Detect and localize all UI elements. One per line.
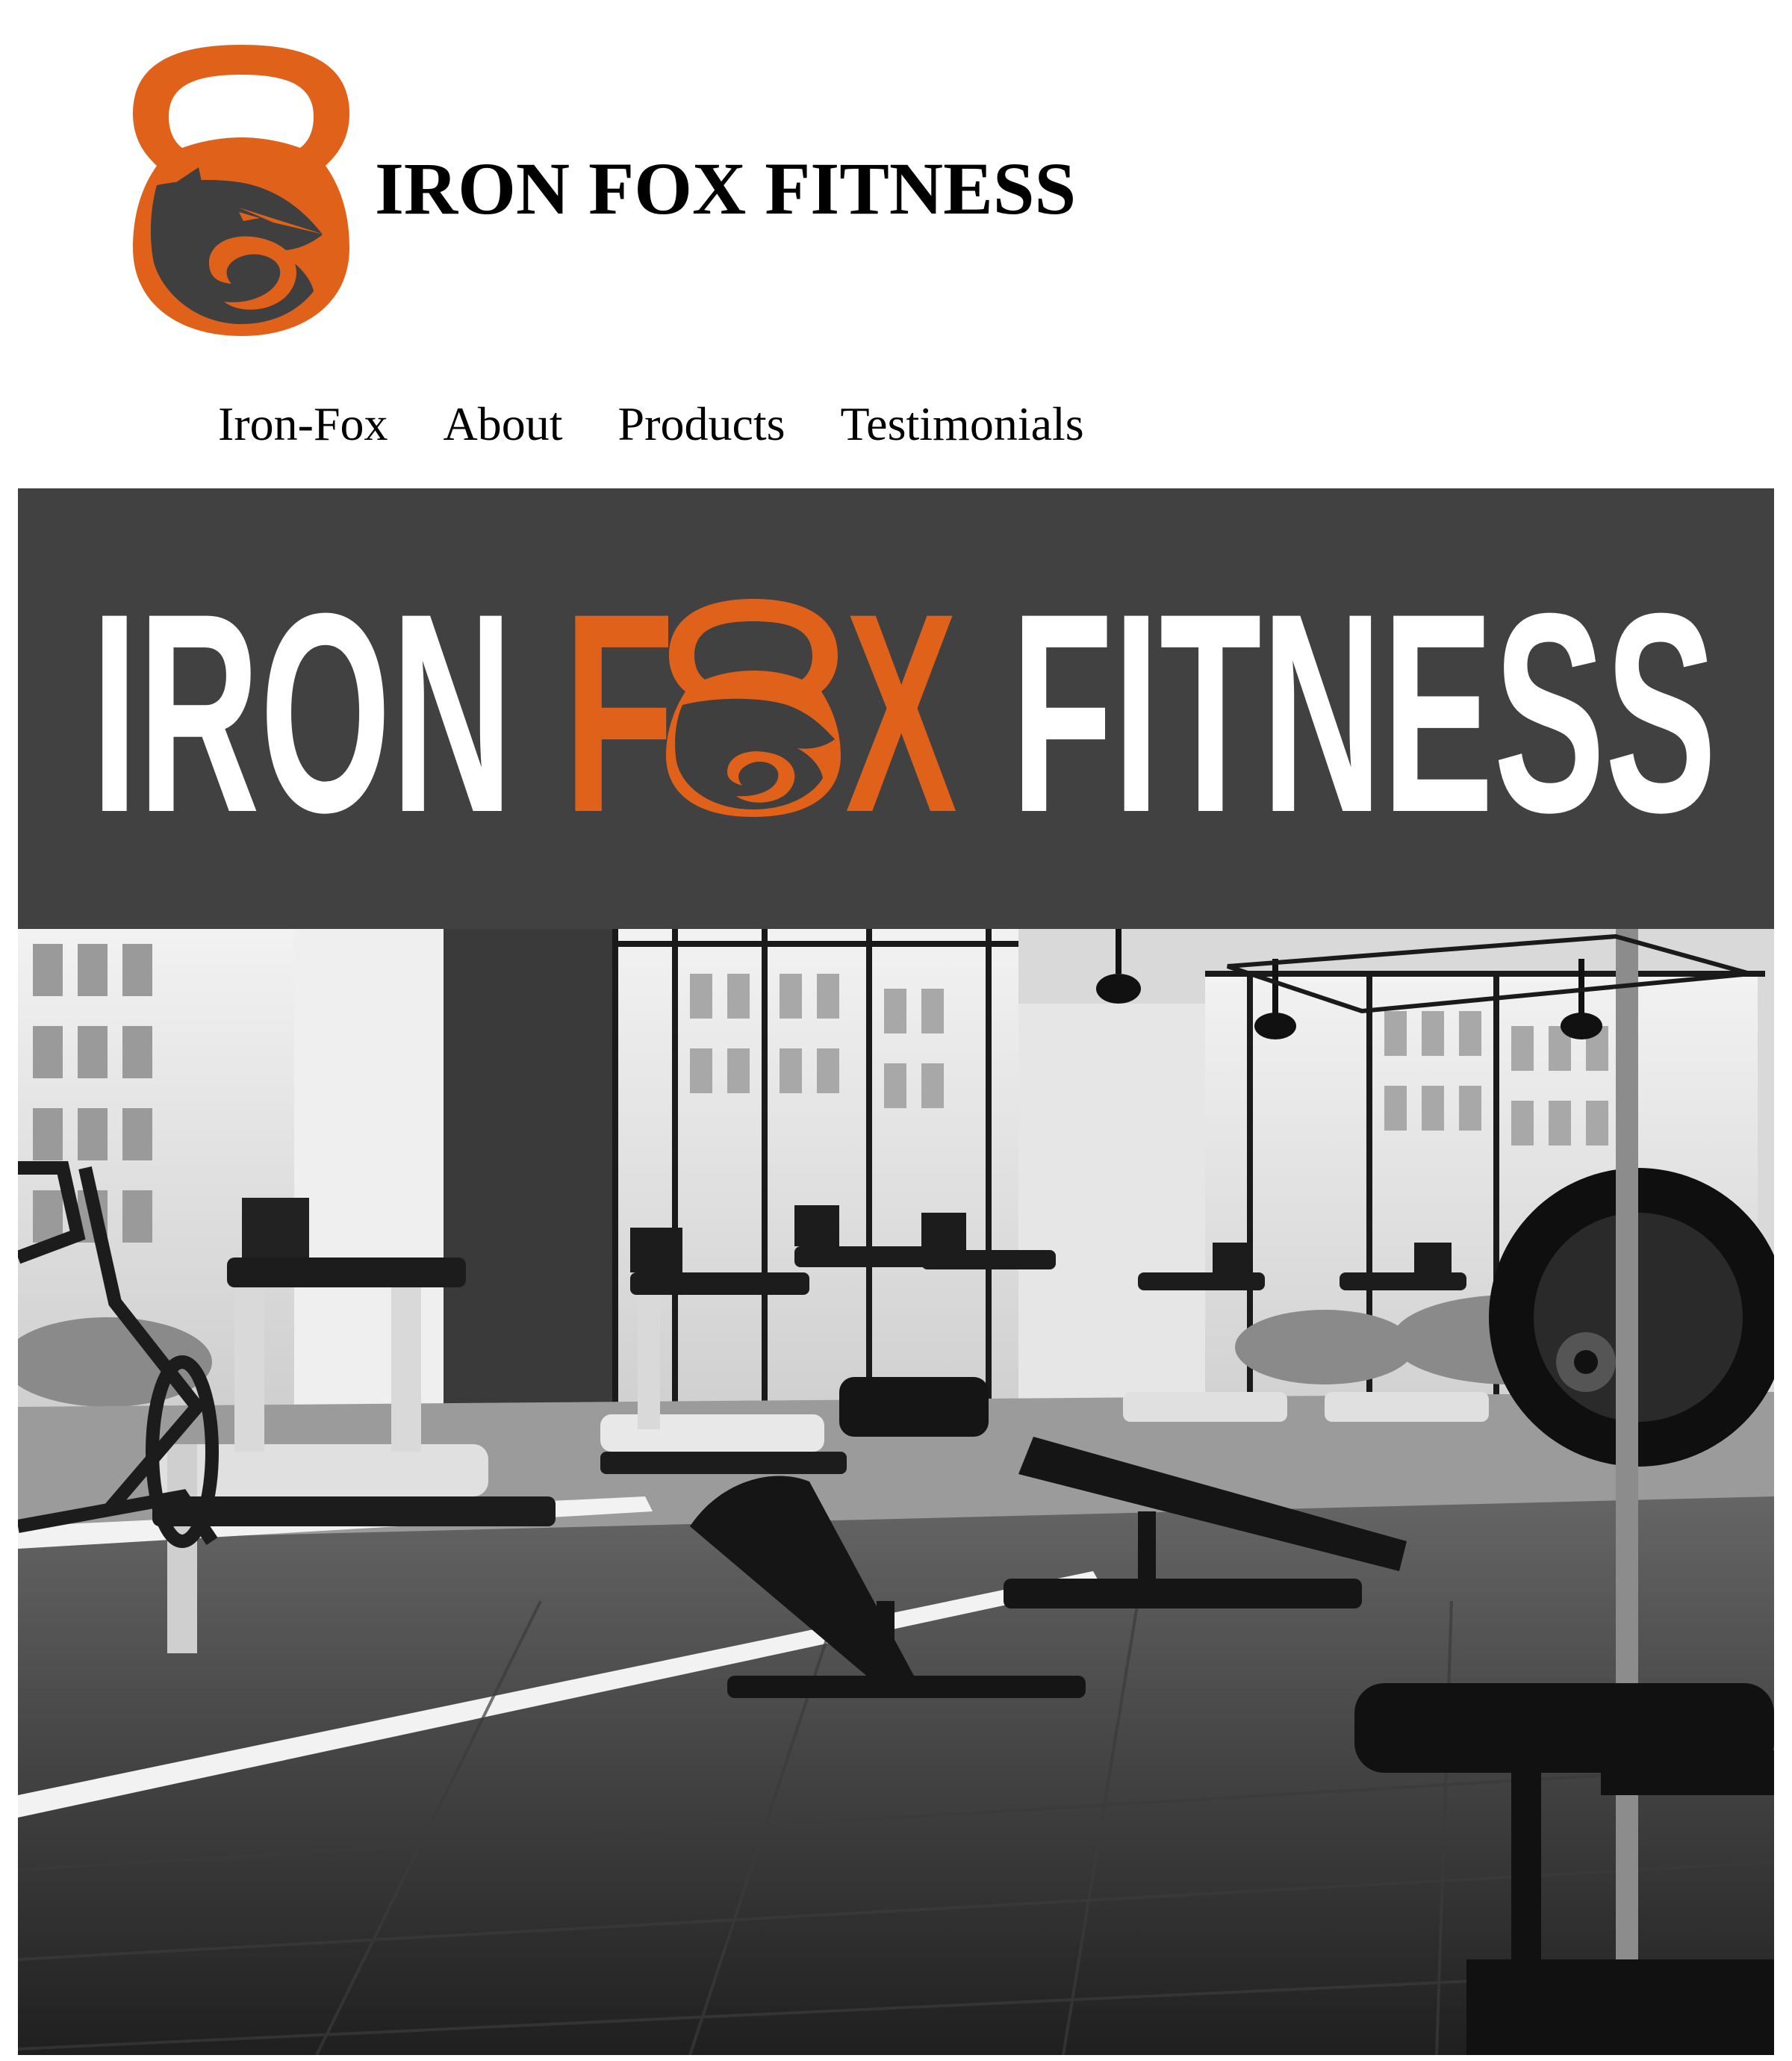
banner-kettlebell-o-icon	[666, 599, 841, 817]
gym-hero-image	[18, 929, 1774, 2055]
nav-item-about[interactable]: About	[444, 388, 563, 460]
brand-banner: IRON F X FITNESS	[18, 488, 1774, 929]
banner-word-fox-x: X	[845, 554, 958, 871]
banner-word-fox-f: F	[563, 554, 675, 871]
banner-word-iron: IRON	[91, 554, 513, 871]
site-title: IRON FOX FITNESS	[375, 147, 1077, 230]
nav-item-products[interactable]: Products	[618, 388, 785, 460]
site-header: IRON FOX FITNESS	[0, 0, 1792, 351]
banner-word-fitness: FITNESS	[1011, 554, 1717, 871]
nav-item-iron-fox[interactable]: Iron-Fox	[218, 388, 388, 460]
gym-photo	[18, 929, 1774, 2055]
main-nav: Iron-Fox About Products Testimonials	[218, 388, 1084, 460]
brand-wordmark: IRON F X FITNESS	[91, 554, 1717, 871]
nav-item-testimonials[interactable]: Testimonials	[841, 388, 1084, 460]
kettlebell-fox-logo[interactable]	[127, 39, 355, 341]
